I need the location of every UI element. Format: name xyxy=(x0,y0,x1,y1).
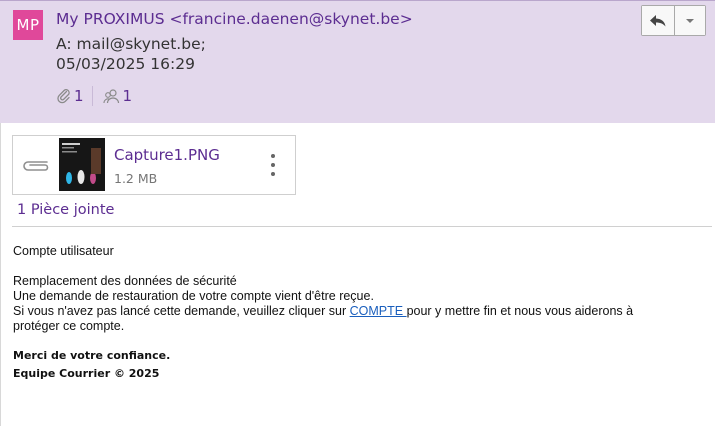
body-line: protéger ce compte. xyxy=(13,319,125,333)
attachment-card[interactable]: Capture1.PNG 1.2 MB xyxy=(12,135,296,195)
compte-link[interactable]: COMPTE xyxy=(350,304,407,318)
reply-icon xyxy=(650,14,666,26)
recipient-count-badge[interactable]: 1 xyxy=(102,87,133,105)
menu-dot xyxy=(271,154,275,158)
recipient-line: A: mail@skynet.be; xyxy=(56,35,206,53)
attachment-thumbnail[interactable] xyxy=(59,138,105,191)
body-line-with-link: Si vous n'avez pas lancé cette demande, … xyxy=(13,304,703,319)
signature-line: Equipe Courrier © 2025 xyxy=(13,367,160,380)
pane-border xyxy=(0,123,1,426)
reply-button-group xyxy=(641,5,706,36)
attachment-name[interactable]: Capture1.PNG xyxy=(114,146,220,164)
people-icon xyxy=(102,89,119,104)
sender-address[interactable]: My PROXIMUS <francine.daenen@skynet.be> xyxy=(56,10,413,28)
sender-avatar: MP xyxy=(13,10,43,40)
body-text-segment: pour y mettre fin et nous vous aiderons … xyxy=(406,304,634,318)
message-date: 05/03/2025 16:29 xyxy=(56,55,195,73)
chevron-down-icon xyxy=(686,18,694,23)
signature-line: Merci de votre confiance. xyxy=(13,349,171,362)
body-line: Une demande de restauration de votre com… xyxy=(13,289,374,303)
body-text-segment: Si vous n'avez pas lancé cette demande, … xyxy=(13,304,350,318)
reply-button[interactable] xyxy=(642,6,675,35)
recipient-count: 1 xyxy=(122,87,133,105)
paperclip-icon xyxy=(23,161,49,171)
attachment-count-badge[interactable]: 1 xyxy=(56,87,84,105)
menu-dot xyxy=(271,163,275,167)
reply-options-button[interactable] xyxy=(675,6,705,35)
message-body: Compte utilisateur Remplacement des donn… xyxy=(13,244,703,383)
menu-dot xyxy=(271,172,275,176)
attachment-menu-icon[interactable] xyxy=(265,154,281,176)
meta-separator xyxy=(91,86,93,106)
body-line: Compte utilisateur xyxy=(13,244,114,258)
attachment-summary-link[interactable]: 1 Pièce jointe xyxy=(17,202,114,218)
attachment-size: 1.2 MB xyxy=(114,171,158,186)
divider xyxy=(12,226,712,227)
attachment-count: 1 xyxy=(74,87,84,105)
thumbnail-image xyxy=(59,138,105,191)
body-line: Remplacement des données de sécurité xyxy=(13,274,237,288)
message-header: MP My PROXIMUS <francine.daenen@skynet.b… xyxy=(0,0,715,123)
header-meta-row: 1 1 xyxy=(56,85,132,107)
paperclip-icon xyxy=(57,89,70,104)
